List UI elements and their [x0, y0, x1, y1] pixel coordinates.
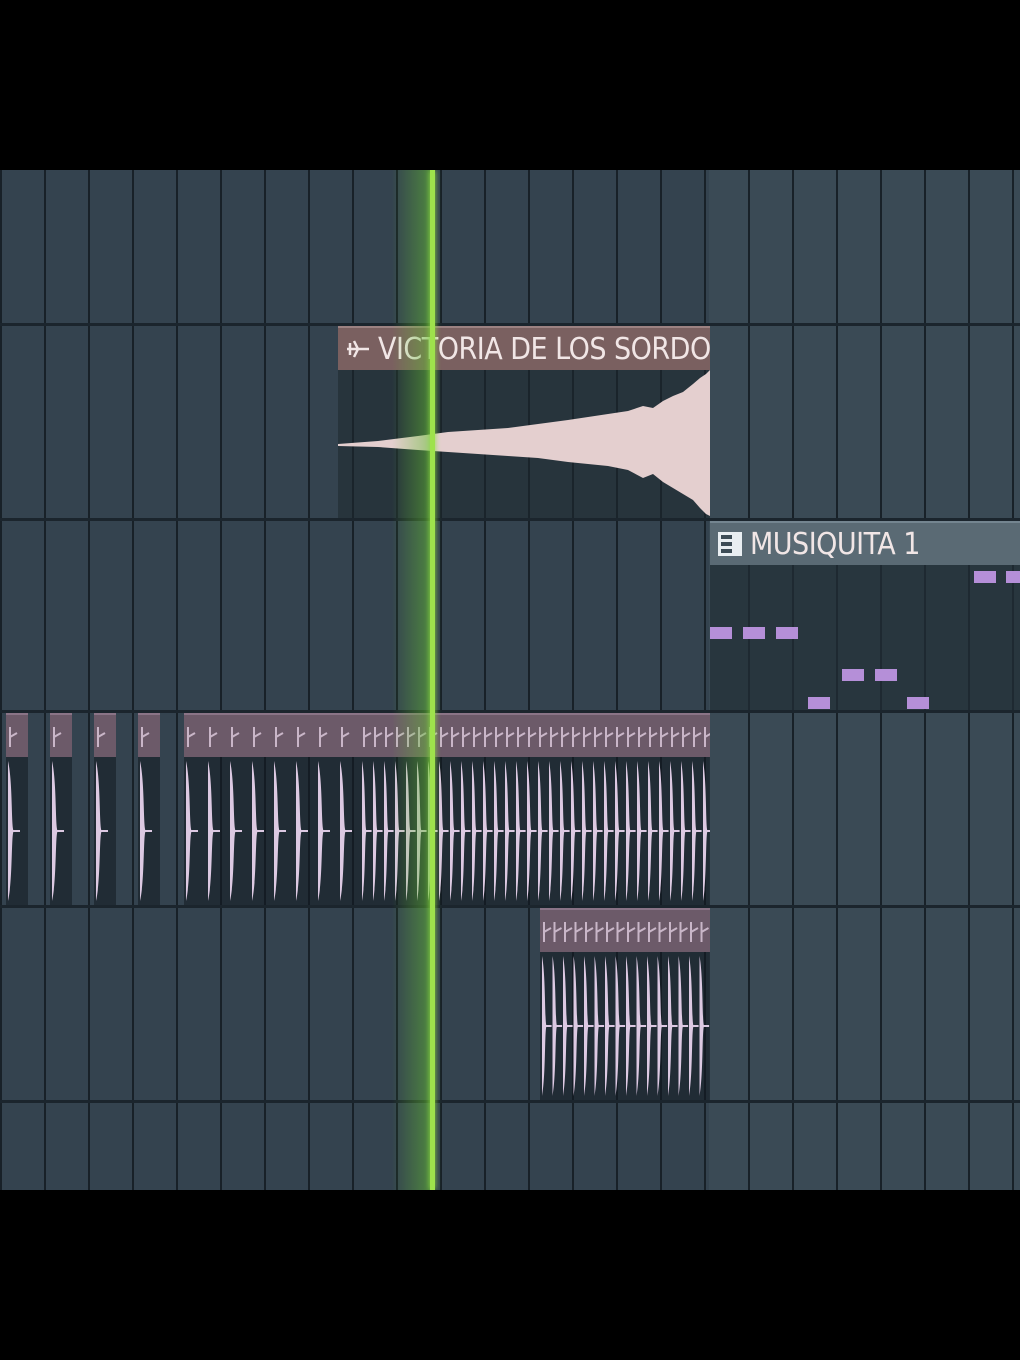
pattern-clip-icon [718, 532, 742, 556]
drum-waveform [52, 727, 64, 901]
pattern-clip[interactable]: MUSIQUITA 1 [710, 521, 1020, 710]
playlist-grid[interactable]: VICTORIA DE LOS SORDOS MUSIQUITA 1 [0, 170, 1020, 1190]
drum-clip[interactable] [540, 908, 710, 1100]
pattern-note [875, 669, 897, 681]
drum-clip[interactable] [50, 713, 72, 905]
pattern-notes-area [710, 565, 1020, 710]
pattern-note [907, 697, 929, 709]
drum-waveform [186, 727, 352, 901]
drum-clip[interactable] [184, 713, 360, 905]
pattern-note [776, 627, 798, 639]
pattern-note [710, 627, 732, 639]
pattern-note [1006, 571, 1020, 583]
pattern-clip-name: MUSIQUITA 1 [750, 526, 920, 562]
drum-waveform [96, 727, 108, 901]
drum-waveform [140, 727, 152, 901]
track-separator [0, 905, 1020, 908]
pattern-clip-header[interactable]: MUSIQUITA 1 [710, 521, 1020, 565]
pattern-note [808, 697, 830, 709]
pattern-note [842, 669, 864, 681]
drum-waveform [8, 727, 20, 901]
drum-waveform [542, 922, 710, 1096]
pattern-note [743, 627, 765, 639]
playhead-glow [392, 170, 432, 1190]
audio-clip-icon [347, 340, 369, 358]
drum-clip[interactable] [94, 713, 116, 905]
pattern-note [974, 571, 996, 583]
drum-clip[interactable] [138, 713, 160, 905]
playhead[interactable] [430, 170, 435, 1190]
track-separator [0, 1100, 1020, 1103]
drum-clip[interactable] [6, 713, 28, 905]
